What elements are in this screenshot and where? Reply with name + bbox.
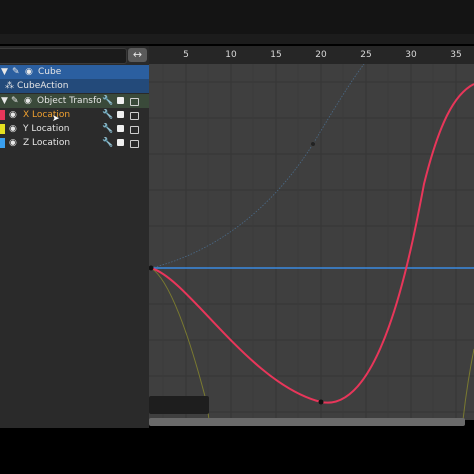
wrench-icon[interactable]: 🔧 (102, 94, 113, 108)
top-area (0, 0, 474, 34)
wrench-icon[interactable]: 🔧 (102, 108, 113, 122)
group-name: Object Transforms (37, 96, 101, 106)
overlay-box (149, 396, 209, 414)
eye-icon[interactable]: ◉ (25, 65, 33, 79)
y-location-curve-end (462, 348, 474, 420)
channel-row-x-location[interactable]: ◉ X Location 🔧 (0, 108, 149, 122)
ruler-tick: 20 (315, 50, 327, 60)
x-color-swatch (0, 110, 5, 120)
eye-icon[interactable]: ◉ (9, 108, 17, 122)
curve-canvas[interactable] (149, 64, 474, 420)
graph-area[interactable] (149, 64, 474, 420)
graph-editor-window: ↔ ▼ ✎ ◉ Cube ⁂ CubeAction ▼ ✎ ◉ Object T… (0, 0, 474, 474)
object-name: Cube (38, 67, 62, 77)
pin-icon[interactable]: ✎ (12, 65, 20, 79)
ruler-tick: 10 (225, 50, 237, 60)
eye-icon[interactable]: ◉ (9, 122, 17, 136)
wrench-icon[interactable]: 🔧 (102, 122, 113, 136)
ruler-tick: 5 (183, 50, 189, 60)
swap-icon[interactable]: ↔ (128, 48, 147, 62)
z-location-label: Z Location (23, 138, 71, 148)
eye-icon[interactable]: ◉ (9, 136, 17, 150)
action-name: CubeAction (17, 81, 69, 91)
y-color-swatch (0, 124, 5, 134)
keyframe-point (318, 399, 324, 405)
channel-row-object[interactable]: ▼ ✎ ◉ Cube (0, 65, 149, 79)
checkbox-icon[interactable] (117, 97, 124, 104)
lock-icon[interactable] (130, 126, 139, 134)
channel-search-input[interactable] (0, 48, 127, 64)
footer-area (0, 428, 474, 474)
ruler-tick: 35 (450, 50, 462, 60)
frame-ruler[interactable]: 5 10 15 20 25 30 35 (149, 46, 474, 64)
collapse-triangle-icon[interactable]: ▼ (1, 94, 8, 108)
eye-icon[interactable]: ◉ (24, 94, 32, 108)
checkbox-icon[interactable] (117, 111, 124, 118)
channel-row-group[interactable]: ▼ ✎ ◉ Object Transforms 🔧 (0, 94, 149, 108)
collapse-triangle-icon[interactable]: ▼ (1, 65, 8, 79)
x-location-curve (150, 83, 474, 404)
z-color-swatch (0, 138, 5, 148)
action-icon: ⁂ (5, 81, 14, 91)
channel-row-z-location[interactable]: ◉ Z Location 🔧 (0, 136, 149, 150)
ruler-tick: 30 (405, 50, 417, 60)
lock-icon[interactable] (130, 98, 139, 106)
ruler-tick: 25 (360, 50, 372, 60)
lock-icon[interactable] (130, 140, 139, 148)
channel-row-action[interactable]: ⁂ CubeAction (0, 79, 149, 93)
checkbox-icon[interactable] (117, 125, 124, 132)
pin-icon[interactable]: ✎ (11, 94, 19, 108)
horizontal-scrollbar[interactable] (149, 418, 465, 426)
lock-icon[interactable] (130, 112, 139, 120)
x-location-label: X Location (23, 110, 71, 120)
channel-row-y-location[interactable]: ◉ Y Location 🔧 (0, 122, 149, 136)
handle-curve (150, 64, 365, 269)
checkbox-icon[interactable] (117, 139, 124, 146)
cursor-icon: ➤ (52, 114, 60, 124)
wrench-icon[interactable]: 🔧 (102, 136, 113, 150)
keyframe-handle (311, 142, 315, 146)
ruler-tick: 15 (270, 50, 282, 60)
y-location-label: Y Location (23, 124, 70, 134)
